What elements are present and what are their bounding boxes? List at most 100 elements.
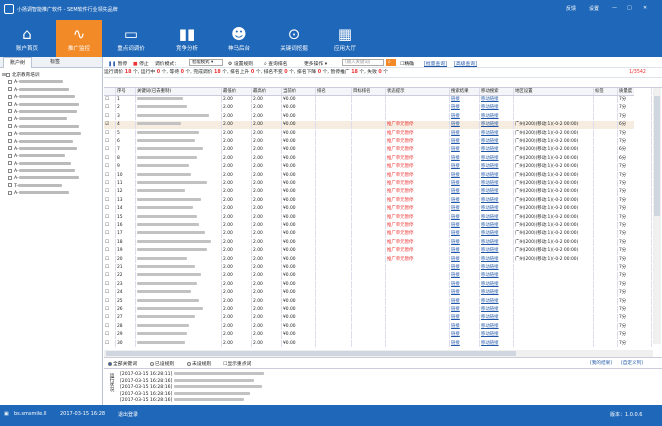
col-status[interactable]: 状态提示 [386, 88, 450, 95]
tree-node[interactable]: T- [2, 183, 102, 190]
row-checkbox[interactable]: ☐ [104, 213, 116, 221]
tree-node[interactable]: A- [2, 94, 102, 101]
checkbox[interactable] [8, 190, 12, 195]
row-mobile-link[interactable]: 移动链接 [480, 306, 514, 314]
tree-node[interactable]: A- [2, 116, 102, 123]
row-mobile-link[interactable]: 移动链接 [480, 121, 514, 129]
row-search-link[interactable]: 链接 [450, 121, 480, 129]
col-min-price[interactable]: 最低价 [222, 88, 252, 95]
vertical-scrollbar[interactable] [653, 88, 661, 344]
checkbox[interactable] [8, 87, 12, 92]
row-search-link[interactable]: 链接 [450, 280, 480, 289]
row-search-link[interactable]: 链接 [450, 264, 480, 272]
row-mobile-link[interactable]: 移动链接 [480, 230, 514, 238]
table-row[interactable]: ☐ 16 2.00 2.00 ¥0.00 推广单元暂停 链接 移动链接 广州(200)(移动:1… [104, 222, 652, 230]
show-focus-checkbox[interactable]: ☐显示重点词 [223, 360, 251, 367]
row-search-link[interactable]: 链接 [450, 272, 480, 280]
exact-checkbox[interactable]: ☐精确 [400, 60, 414, 67]
row-checkbox[interactable]: ☐ [104, 196, 116, 205]
table-row[interactable]: ☐ 7 2.00 2.00 ¥0.00 推广单元暂停 链接 移动链接 广州(200)(移动:1)… [104, 146, 652, 154]
horizontal-scrollbar[interactable] [104, 350, 653, 357]
col-mobile[interactable]: 移动搜索 [480, 88, 514, 95]
col-no[interactable]: 序号 [116, 88, 136, 95]
col-rank[interactable]: 排名 [316, 88, 352, 95]
row-search-link[interactable]: 链接 [450, 205, 480, 213]
col-search[interactable]: 搜索结果 [450, 88, 480, 95]
row-search-link[interactable]: 链接 [450, 129, 480, 137]
logout-link[interactable]: 退出登录 [118, 411, 138, 418]
table-row[interactable]: ☐ 30 2.00 2.00 ¥0.00 链接 移动链接 7分 [104, 339, 652, 347]
checkbox[interactable] [8, 175, 12, 180]
table-row[interactable]: ☐ 1 2.00 2.00 ¥0.00 链接 移动链接 7分 [104, 96, 652, 104]
table-row[interactable]: ☐ 25 2.00 2.00 ¥0.00 链接 移动链接 7分 [104, 297, 652, 305]
tree-node[interactable]: A- [2, 109, 102, 116]
row-search-link[interactable]: 链接 [450, 112, 480, 121]
checkbox[interactable] [8, 153, 12, 158]
batch-query-link[interactable]: [批量查询] [424, 60, 447, 67]
row-mobile-link[interactable]: 移动链接 [480, 205, 514, 213]
table-row[interactable]: ☐ 27 2.00 2.00 ¥0.00 链接 移动链接 7分 [104, 314, 652, 322]
checkbox[interactable] [8, 168, 12, 173]
tree-node[interactable]: A- [2, 161, 102, 168]
checkbox[interactable] [8, 183, 12, 188]
tree-node[interactable]: A- [2, 131, 102, 138]
col-region[interactable]: 地区设置 [514, 88, 594, 95]
row-search-link[interactable]: 链接 [450, 188, 480, 196]
table-row[interactable]: ☐ 21 2.00 2.00 ¥0.00 链接 移动链接 7分 [104, 264, 652, 272]
row-mobile-link[interactable]: 移动链接 [480, 272, 514, 280]
row-mobile-link[interactable]: 移动链接 [480, 314, 514, 322]
my-results-link[interactable]: [我的结果] [590, 360, 612, 366]
checkbox[interactable] [8, 131, 12, 136]
nav-keyword-price[interactable]: ▭ 重点词调价 [108, 20, 154, 57]
col-quality[interactable]: 质量度 [618, 88, 652, 95]
checkbox[interactable] [8, 79, 12, 84]
checkbox[interactable] [8, 146, 12, 151]
row-checkbox[interactable]: ☐ [104, 138, 116, 146]
table-row[interactable]: ☐ 23 2.00 2.00 ¥0.00 链接 移动链接 7分 [104, 280, 652, 289]
table-row[interactable]: ☐ 11 2.00 2.00 ¥0.00 推广单元暂停 链接 移动链接 广州(200)(移动:1… [104, 180, 652, 188]
set-rules-button[interactable]: ⚙ 设置规则 [228, 60, 253, 67]
customize-columns-link[interactable]: [自定义列] [621, 360, 643, 366]
row-search-link[interactable]: 链接 [450, 230, 480, 238]
tree-node[interactable]: A- [2, 87, 102, 94]
row-checkbox[interactable]: ☐ [104, 171, 116, 179]
table-row[interactable]: ☐ 20 2.00 2.00 ¥0.00 推广单元暂停 链接 移动链接 广州(200)(移动:1… [104, 255, 652, 263]
row-checkbox[interactable]: ☐ [104, 230, 116, 238]
row-checkbox[interactable]: ☐ [104, 222, 116, 230]
row-checkbox[interactable]: ☐ [104, 322, 116, 331]
row-search-link[interactable]: 链接 [450, 314, 480, 322]
tab-tags[interactable]: 标签 [44, 57, 66, 68]
row-search-link[interactable]: 链接 [450, 306, 480, 314]
row-search-link[interactable]: 链接 [450, 297, 480, 305]
row-search-link[interactable]: 链接 [450, 213, 480, 221]
tree-node[interactable]: A- [2, 102, 102, 109]
row-mobile-link[interactable]: 移动链接 [480, 280, 514, 289]
nav-account-home[interactable]: ⌂ 账户首页 [4, 20, 50, 57]
keyword-search-input[interactable]: (输入关键词) [342, 59, 384, 66]
row-search-link[interactable]: 链接 [450, 331, 480, 339]
row-search-link[interactable]: 链接 [450, 339, 480, 347]
row-mobile-link[interactable]: 移动链接 [480, 138, 514, 146]
row-checkbox[interactable]: ☑ [104, 121, 116, 129]
row-search-link[interactable]: 链接 [450, 322, 480, 331]
row-checkbox[interactable]: ☐ [104, 314, 116, 322]
checkbox[interactable] [8, 124, 12, 129]
table-row[interactable]: ☐ 12 2.00 2.00 ¥0.00 推广单元暂停 链接 移动链接 广州(200)(移动:1… [104, 188, 652, 196]
tab-account-tree[interactable]: 账户树 [3, 57, 33, 68]
row-mobile-link[interactable]: 移动链接 [480, 171, 514, 179]
row-search-link[interactable]: 链接 [450, 154, 480, 163]
row-search-link[interactable]: 链接 [450, 196, 480, 205]
row-checkbox[interactable]: ☐ [104, 129, 116, 137]
search-button[interactable]: ⌕ [386, 59, 396, 66]
row-checkbox[interactable]: ☐ [104, 238, 116, 247]
row-mobile-link[interactable]: 移动链接 [480, 264, 514, 272]
nav-keyword-mining[interactable]: ⊙ 关键词挖掘 [271, 20, 317, 57]
maximize-icon[interactable]: □ [627, 5, 632, 11]
row-checkbox[interactable]: ☐ [104, 154, 116, 163]
row-mobile-link[interactable]: 移动链接 [480, 255, 514, 263]
table-row[interactable]: ☐ 18 2.00 2.00 ¥0.00 推广单元暂停 链接 移动链接 广州(200)(移动:1… [104, 238, 652, 247]
row-search-link[interactable]: 链接 [450, 146, 480, 154]
table-row[interactable]: ☐ 24 2.00 2.00 ¥0.00 链接 移动链接 7分 [104, 289, 652, 297]
filter-unconfigured[interactable]: 未设规则 [187, 360, 211, 367]
row-search-link[interactable]: 链接 [450, 238, 480, 247]
